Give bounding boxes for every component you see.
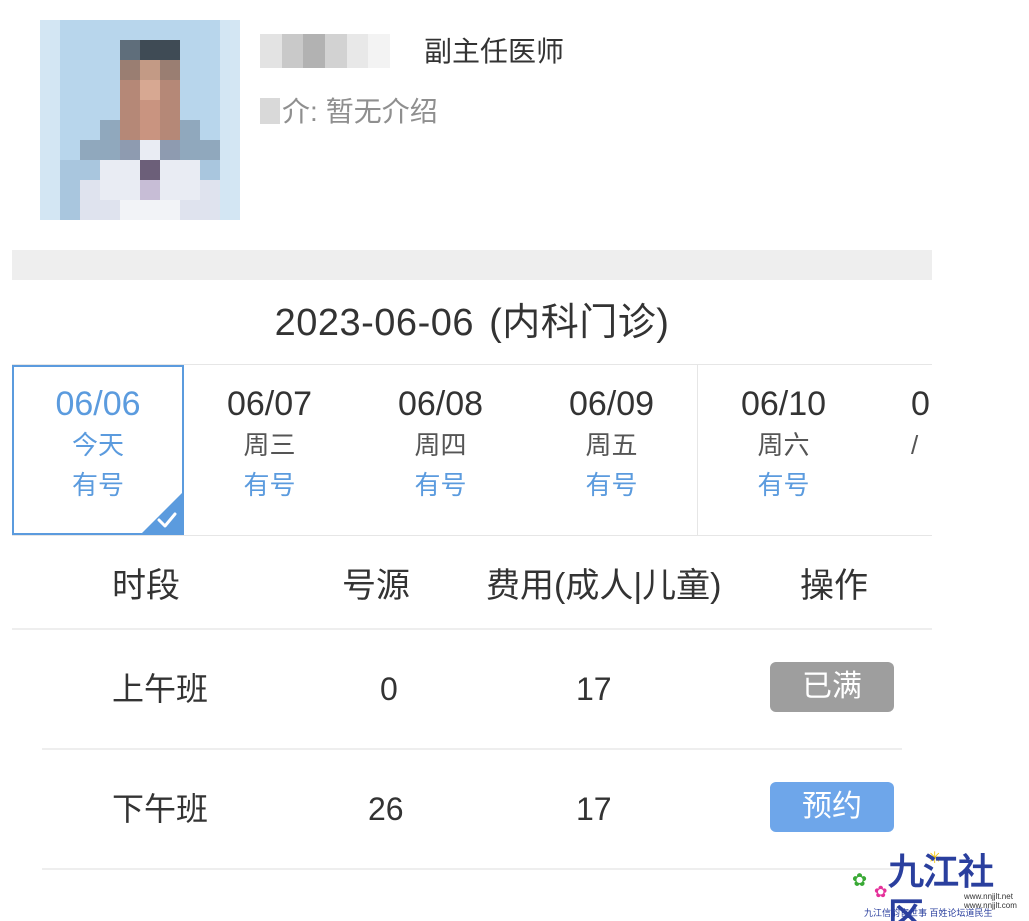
row-period: 下午班 <box>112 791 209 827</box>
doctor-name-redacted <box>260 34 391 68</box>
schedule-date-heading: 2023-06-06 (内科门诊) <box>0 296 944 350</box>
tab-date: 06/06 <box>55 385 141 423</box>
site-watermark-logo: ✿ ✿ ✳ 九江社区 www.nnjjlt.net www.nnjjlt.com… <box>852 848 1022 921</box>
doctor-title: 副主任医师 <box>424 36 565 67</box>
row-fee: 17 <box>576 791 612 827</box>
intro-label-redacted <box>260 98 280 124</box>
column-header-period: 时段 <box>112 567 180 605</box>
tab-availability: 有号 <box>414 470 467 500</box>
tab-weekday: 周五 <box>585 430 638 460</box>
flower-icon: ✿ <box>852 870 868 890</box>
row-slots: 0 <box>380 671 398 707</box>
intro-label: 介: <box>282 96 318 127</box>
doctor-intro: 介: 暂无介绍 <box>282 94 438 130</box>
column-header-slots: 号源 <box>342 567 410 605</box>
doctor-avatar <box>40 20 240 220</box>
tab-date: 06/08 <box>397 385 484 423</box>
tab-date: 06/07 <box>226 385 313 423</box>
date-tab-strip: 06/06 今天 有号 06/07 周三 有号 06/08 周四 有号 06/0… <box>12 364 932 536</box>
tab-availability: 有号 <box>757 470 810 500</box>
watermark-slogan: 九江信韵官世事 百姓论坛道民生 <box>864 908 993 918</box>
full-button[interactable]: 已满 <box>770 662 894 712</box>
date-tab-0608[interactable]: 06/08 周四 有号 <box>355 365 527 535</box>
row-fee: 17 <box>576 671 612 707</box>
tab-weekday: 周六 <box>757 430 810 460</box>
section-separator <box>12 250 932 280</box>
date-tab-next-partial[interactable]: 0 / <box>869 365 932 535</box>
date-tab-0607[interactable]: 06/07 周三 有号 <box>184 365 356 535</box>
tab-availability: 有号 <box>243 470 296 500</box>
tab-date: 06/10 <box>740 385 827 423</box>
tab-date: 06/09 <box>568 385 655 423</box>
date-tab-0610[interactable]: 06/10 周六 有号 <box>698 365 870 535</box>
flower-icon: ✿ <box>874 884 888 901</box>
tab-availability: 有号 <box>585 470 638 500</box>
intro-text: 暂无介绍 <box>325 96 438 127</box>
tab-weekday: 周三 <box>243 430 296 460</box>
column-header-action: 操作 <box>800 567 868 605</box>
heading-clinic: (内科门诊) <box>489 302 670 344</box>
schedule-table-header: 时段 号源 费用(成人|儿童) 操作 <box>12 540 932 630</box>
table-row: 上午班 0 17 已满 <box>42 630 902 750</box>
date-tab-0606[interactable]: 06/06 今天 有号 <box>12 365 184 535</box>
check-icon <box>157 512 177 528</box>
row-period: 上午班 <box>112 671 209 707</box>
date-tab-0609[interactable]: 06/09 周五 有号 <box>526 365 698 535</box>
tab-date: 0 <box>911 385 930 423</box>
tab-weekday: 周四 <box>414 430 467 460</box>
doctor-profile: 副主任医师 介: 暂无介绍 <box>0 0 932 250</box>
tab-weekday: 今天 <box>71 430 124 460</box>
heading-date: 2023-06-06 <box>274 302 474 344</box>
book-button[interactable]: 预约 <box>770 782 894 832</box>
table-row: 下午班 26 17 预约 <box>42 750 902 870</box>
column-header-fee: 费用(成人|儿童) <box>486 567 722 605</box>
tab-weekday: / <box>911 430 919 460</box>
row-slots: 26 <box>368 791 404 827</box>
